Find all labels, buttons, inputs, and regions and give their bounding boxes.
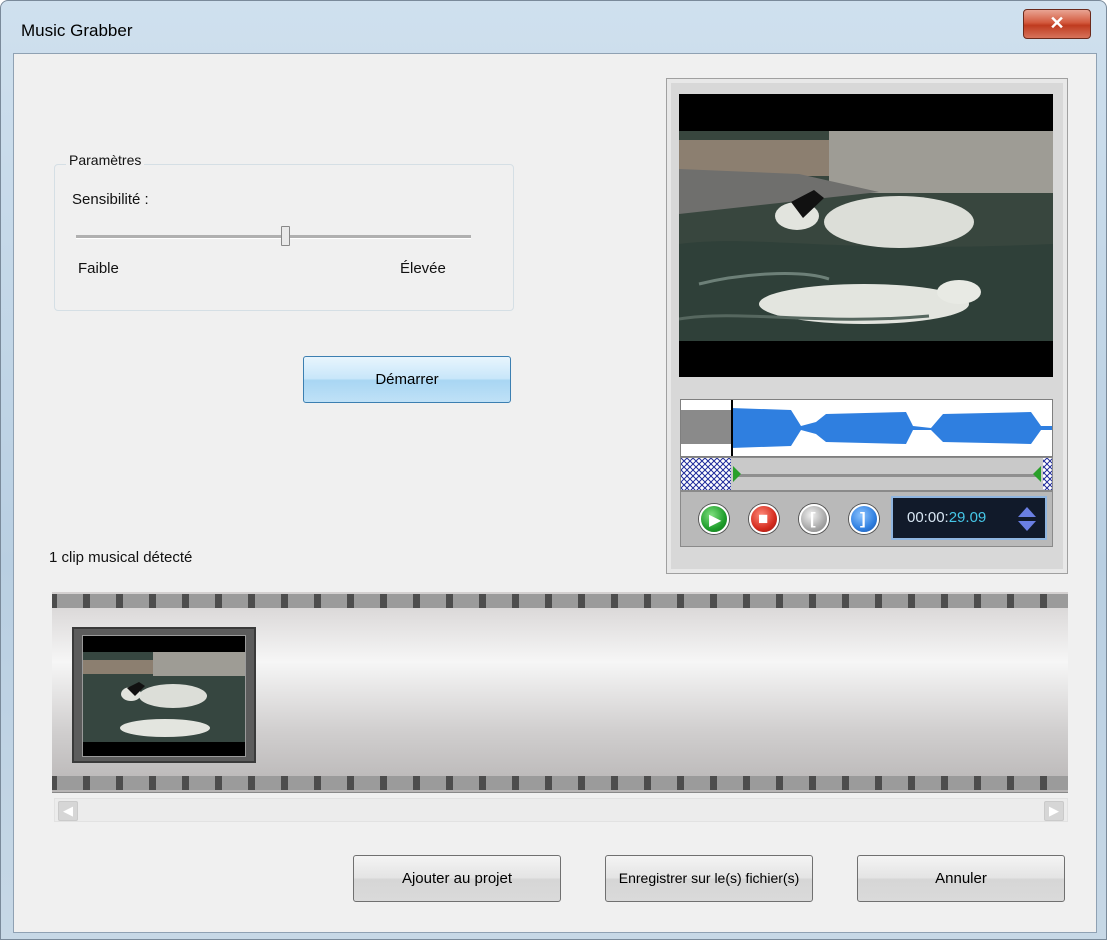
stop-button[interactable]: ■ [749,504,779,534]
scroll-left-arrow-icon[interactable]: ◀ [58,801,78,821]
sensitivity-slider-track[interactable] [76,235,471,239]
save-to-files-button[interactable]: Enregistrer sur le(s) fichier(s) [605,855,813,902]
filmstrip-scrollbar[interactable]: ◀ ▶ [54,798,1068,822]
play-button[interactable]: ▶ [699,504,729,534]
high-label: Élevée [400,260,446,277]
music-grabber-window: Music Grabber ✕ Paramètres Sensibilité :… [0,0,1107,940]
mark-out-icon: ] [860,509,866,528]
filmstrip-perforation-bottom [52,776,1068,790]
filmstrip-perforation-top [52,594,1068,608]
sensitivity-slider-thumb[interactable] [281,226,290,246]
start-button[interactable]: Démarrer [303,356,511,403]
stop-icon: ■ [758,509,769,528]
mark-in-icon: [ [810,509,816,528]
close-button[interactable]: ✕ [1023,9,1091,39]
scroll-right-arrow-icon[interactable]: ▶ [1044,801,1064,821]
cancel-button[interactable]: Annuler [857,855,1065,902]
mark-in-button[interactable]: [ [799,504,829,534]
clips-detected-label: 1 clip musical détecté [49,549,193,566]
sensitivity-label: Sensibilité : [72,191,149,208]
playback-controls: ▶ ■ [ ] 00:00:29.09 [680,491,1053,547]
audio-waveform[interactable] [680,399,1053,457]
clip-thumbnail-image [82,635,246,757]
parameters-legend: Paramètres [66,152,145,168]
timecode-prefix: 00:00: [907,509,949,526]
timecode-value: 29.09 [948,509,987,526]
play-icon: ▶ [709,512,722,529]
timecode-spinner-icon[interactable] [1017,506,1037,532]
clip-thumbnail[interactable] [72,627,256,763]
dialog-client-area: Paramètres Sensibilité : Faible Élevée D… [13,53,1097,933]
mark-out-button[interactable]: ] [849,504,879,534]
add-to-project-button[interactable]: Ajouter au projet [353,855,561,902]
trim-range-bar[interactable] [680,457,1053,491]
timecode-display[interactable]: 00:00:29.09 [891,496,1047,540]
window-title: Music Grabber [21,21,133,40]
video-preview [679,94,1053,377]
clip-filmstrip [52,592,1068,793]
low-label: Faible [78,260,119,277]
